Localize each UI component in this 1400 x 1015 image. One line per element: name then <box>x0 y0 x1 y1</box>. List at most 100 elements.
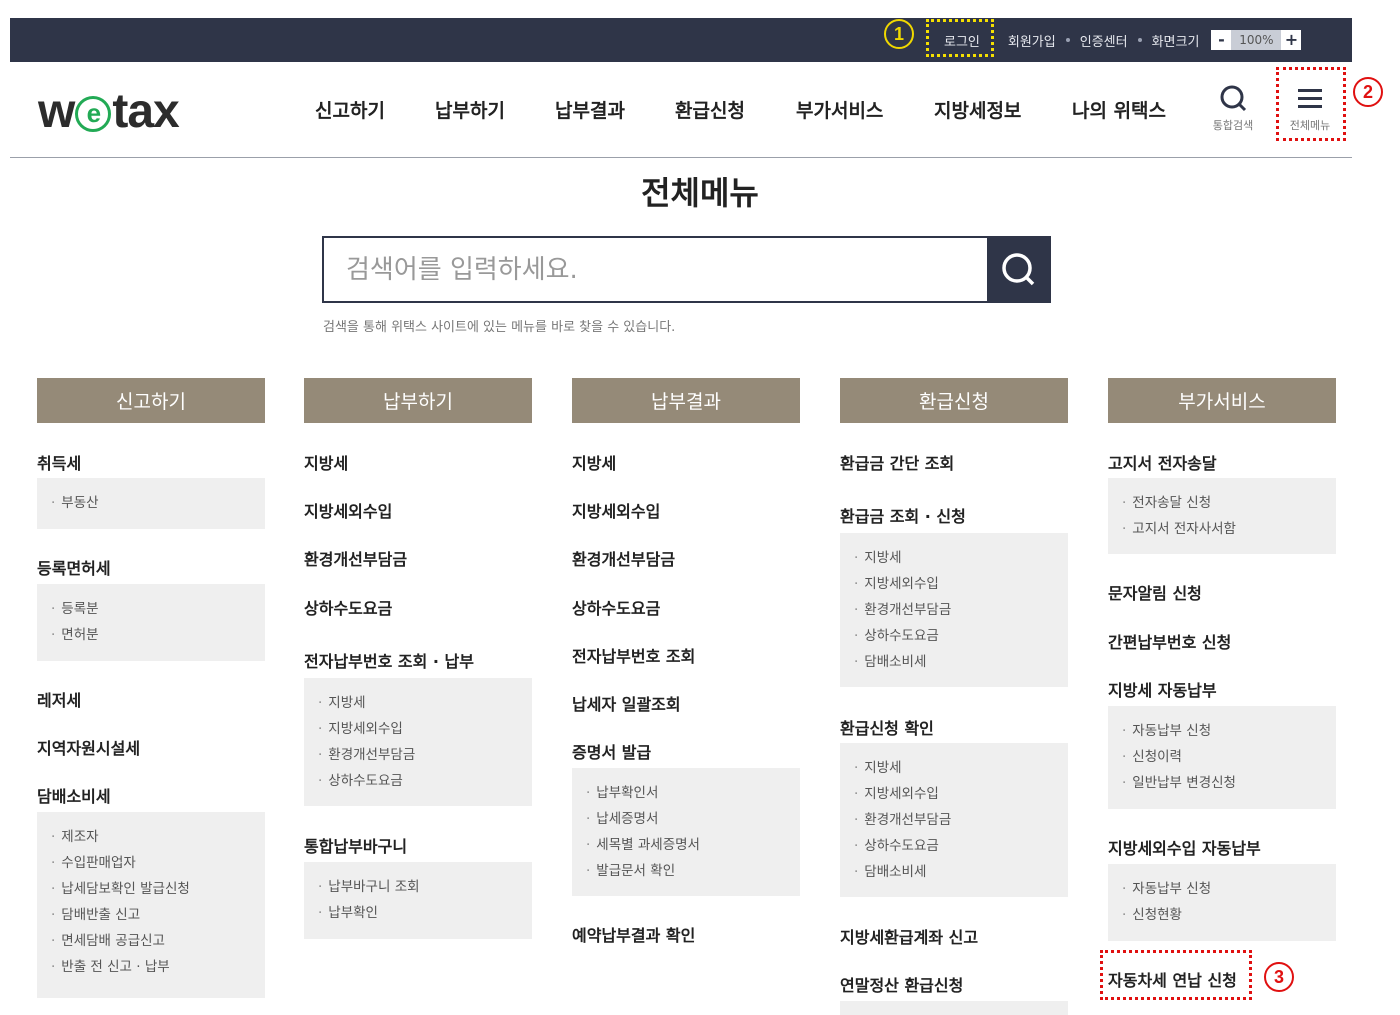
menu-category[interactable]: 문자알림 신청 <box>1108 580 1202 604</box>
nav-item-pay[interactable]: 납부하기 <box>435 96 505 123</box>
menu-category[interactable]: 지방세외수입 <box>304 498 392 522</box>
submenu-item[interactable]: 지방세외수입 <box>854 571 1054 597</box>
menu-category[interactable]: 지방세환급계좌 신고 <box>840 924 978 948</box>
submenu-item[interactable]: 지방세 <box>854 545 1054 571</box>
menu-category[interactable]: 지방세 <box>304 450 348 474</box>
submenu-box: 자동납부 신청 신청이력 일반납부 변경신청 <box>1108 706 1336 809</box>
submenu-item[interactable]: 담배반출 신고 <box>51 902 251 928</box>
submenu-item[interactable]: 전자송달 신청 <box>1122 490 1322 516</box>
column-header[interactable]: 납부하기 <box>304 378 532 423</box>
menu-category[interactable]: 상하수도요금 <box>572 595 660 619</box>
menu-category[interactable]: 환경개선부담금 <box>304 546 407 570</box>
submenu-item[interactable]: 지방세 <box>318 690 518 716</box>
menu-search-button[interactable] <box>987 238 1049 301</box>
menu-category[interactable]: 담배소비세 <box>37 783 111 807</box>
submenu-item[interactable]: 면허분 <box>51 622 251 648</box>
submenu-item[interactable]: 납부바구니 조회 <box>318 874 518 900</box>
menu-category[interactable]: 환급신청 확인 <box>840 715 934 739</box>
submenu-box: 지방세 지방세외수입 환경개선부담금 상하수도요금 <box>304 678 532 806</box>
submenu-item[interactable]: 지방세 <box>854 755 1054 781</box>
nav-item-report[interactable]: 신고하기 <box>315 96 385 123</box>
submenu-item[interactable]: 지방세외수입 <box>318 716 518 742</box>
submenu-box: 제조자 수입판매업자 납세담보확인 발급신청 담배반출 신고 면세담배 공급신고… <box>37 812 265 998</box>
menu-category[interactable]: 고지서 전자송달 <box>1108 450 1217 474</box>
menu-category[interactable]: 지방세외수입 자동납부 <box>1108 835 1261 859</box>
zoom-in-button[interactable]: + <box>1281 30 1302 50</box>
submenu-item[interactable]: 신청현황 <box>1122 902 1322 928</box>
menu-category[interactable]: 상하수도요금 <box>304 595 392 619</box>
submenu-item[interactable]: 제조자 <box>51 824 251 850</box>
submenu-item[interactable]: 자동납부 신청 <box>1122 718 1322 744</box>
annotation-badge-3: 3 <box>1264 962 1294 992</box>
submenu-item[interactable]: 납세증명서 <box>586 806 786 832</box>
menu-category[interactable]: 전자납부번호 조회 · 납부 <box>304 648 474 672</box>
menu-category[interactable]: 취득세 <box>37 450 81 474</box>
submenu-item[interactable]: 상하수도요금 <box>854 833 1054 859</box>
submenu-item[interactable]: 납부확인 <box>318 900 518 926</box>
submenu-item[interactable]: 고지서 전자사서함 <box>1122 516 1322 542</box>
column-header[interactable]: 부가서비스 <box>1108 378 1336 423</box>
submenu-box: 납부바구니 조회 납부확인 <box>304 862 532 939</box>
menu-category[interactable]: 증명서 발급 <box>572 739 651 763</box>
submenu-item[interactable]: 부동산 <box>51 490 251 516</box>
wetax-logo[interactable]: w e tax <box>38 84 180 139</box>
search-icon <box>1002 252 1035 285</box>
menu-category[interactable]: 레저세 <box>37 687 81 711</box>
nav-item-refund[interactable]: 환급신청 <box>675 96 745 123</box>
site-header: w e tax 신고하기 납부하기 납부결과 환급신청 부가서비스 지방세정보 … <box>10 62 1352 158</box>
submenu-item[interactable]: 납세담보확인 발급신청 <box>51 876 251 902</box>
search-hint: 검색을 통해 위택스 사이트에 있는 메뉴를 바로 찾을 수 있습니다. <box>323 320 676 335</box>
nav-item-local-tax-info[interactable]: 지방세정보 <box>934 96 1021 123</box>
submenu-item[interactable]: 지방세외수입 <box>854 781 1054 807</box>
menu-category[interactable]: 지방세 자동납부 <box>1108 677 1217 701</box>
menu-category[interactable]: 납세자 일괄조회 <box>572 691 681 715</box>
submenu-box <box>840 1001 1068 1015</box>
signup-link[interactable]: 회원가입 <box>1008 31 1056 50</box>
nav-item-payment-result[interactable]: 납부결과 <box>555 96 625 123</box>
column-header[interactable]: 납부결과 <box>572 378 800 423</box>
menu-category[interactable]: 간편납부번호 신청 <box>1108 629 1231 653</box>
nav-item-my-wetax[interactable]: 나의 위택스 <box>1072 96 1166 123</box>
unified-search-button[interactable]: 통합검색 <box>1206 84 1260 133</box>
submenu-box: 부동산 <box>37 478 265 529</box>
submenu-item[interactable]: 반출 전 신고 · 납부 <box>51 954 251 980</box>
submenu-item[interactable]: 담배소비세 <box>854 859 1054 885</box>
menu-category[interactable]: 예약납부결과 확인 <box>572 922 695 946</box>
menu-category[interactable]: 환경개선부담금 <box>572 546 675 570</box>
annotation-badge-1: 1 <box>884 19 914 49</box>
menu-search-input[interactable] <box>324 238 988 301</box>
screen-size-label: 화면크기 <box>1151 34 1200 50</box>
menu-category[interactable]: 지방세 <box>572 450 616 474</box>
submenu-item[interactable]: 등록분 <box>51 596 251 622</box>
submenu-item[interactable]: 환경개선부담금 <box>854 807 1054 833</box>
menu-category[interactable]: 통합납부바구니 <box>304 833 407 857</box>
menu-category[interactable]: 환급금 조회 · 신청 <box>840 503 966 527</box>
submenu-item[interactable]: 면세담배 공급신고 <box>51 928 251 954</box>
cert-center-link[interactable]: 인증센터 <box>1080 31 1128 50</box>
menu-category[interactable]: 환급금 간단 조회 <box>840 450 954 474</box>
submenu-item[interactable]: 신청이력 <box>1122 744 1322 770</box>
menu-column-extra-services: 부가서비스 고지서 전자송달 전자송달 신청 고지서 전자사서함 문자알림 신청… <box>1108 378 1336 990</box>
submenu-item[interactable]: 상하수도요금 <box>854 623 1054 649</box>
submenu-item[interactable]: 자동납부 신청 <box>1122 876 1322 902</box>
submenu-item[interactable]: 환경개선부담금 <box>318 742 518 768</box>
submenu-item[interactable]: 환경개선부담금 <box>854 597 1054 623</box>
submenu-item[interactable]: 담배소비세 <box>854 649 1054 675</box>
menu-category[interactable]: 지역자원시설세 <box>37 735 140 759</box>
column-header[interactable]: 환급신청 <box>840 378 1068 423</box>
menu-category[interactable]: 연말정산 환급신청 <box>840 972 963 996</box>
submenu-item[interactable]: 납부확인서 <box>586 780 786 806</box>
nav-item-extra-services[interactable]: 부가서비스 <box>796 96 883 123</box>
column-header[interactable]: 신고하기 <box>37 378 265 423</box>
submenu-item[interactable]: 상하수도요금 <box>318 768 518 794</box>
submenu-item[interactable]: 일반납부 변경신청 <box>1122 770 1322 796</box>
menu-category[interactable]: 등록면허세 <box>37 555 111 579</box>
zoom-out-button[interactable]: - <box>1211 30 1232 50</box>
submenu-item[interactable]: 수입판매업자 <box>51 850 251 876</box>
submenu-item[interactable]: 발급문서 확인 <box>586 858 786 884</box>
menu-category[interactable]: 전자납부번호 조회 <box>572 643 695 667</box>
submenu-item[interactable]: 세목별 과세증명서 <box>586 832 786 858</box>
page: 로그인 회원가입 인증센터 화면크기 - 100% + 1 w e tax 신고… <box>0 0 1400 1015</box>
submenu-box: 전자송달 신청 고지서 전자사서함 <box>1108 478 1336 554</box>
menu-category[interactable]: 지방세외수입 <box>572 498 660 522</box>
